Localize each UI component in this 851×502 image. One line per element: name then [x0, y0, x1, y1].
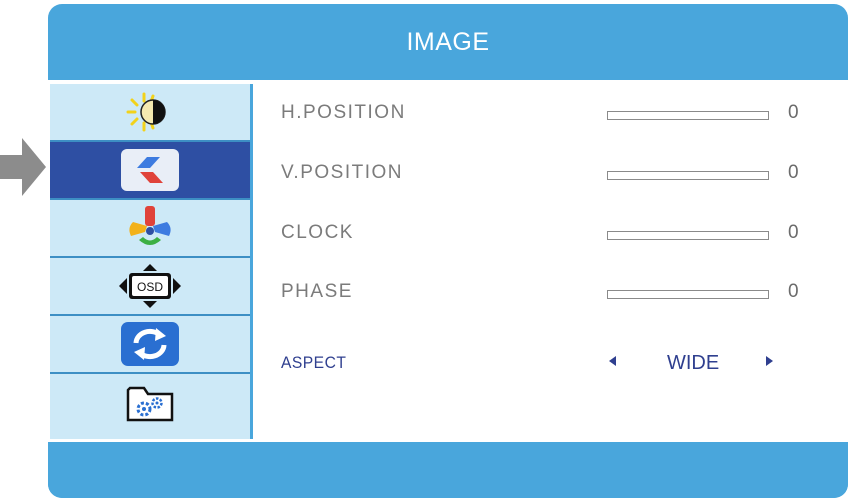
setting-value: 0: [788, 281, 799, 302]
setting-label: CLOCK: [281, 222, 354, 243]
osd-menu: IMAGE OSD H.POSITION 0 V.POSITION 0 CLOC…: [48, 4, 848, 498]
color-icon: [129, 206, 171, 245]
h-position-slider[interactable]: [607, 111, 769, 120]
clock-slider[interactable]: [607, 231, 769, 240]
setting-value: 0: [788, 162, 799, 183]
setting-label: PHASE: [281, 281, 353, 302]
setting-row-aspect[interactable]: ASPECT WIDE: [253, 344, 846, 384]
setting-value: 0: [788, 102, 799, 123]
menu-footer-bar: [48, 442, 848, 498]
sidebar-item-brightness[interactable]: [50, 84, 250, 142]
setting-row-phase[interactable]: PHASE 0: [253, 273, 846, 313]
setting-label: V.POSITION: [281, 162, 403, 183]
setting-row-v-position[interactable]: V.POSITION 0: [253, 154, 846, 194]
setting-value: 0: [788, 222, 799, 243]
aspect-prev-arrow-icon[interactable]: [609, 356, 616, 366]
aspect-value[interactable]: WIDE: [667, 352, 719, 375]
phase-slider[interactable]: [607, 290, 769, 299]
sidebar-item-misc-settings[interactable]: [50, 374, 250, 432]
sidebar-item-color[interactable]: [50, 200, 250, 258]
menu-title: IMAGE: [406, 27, 490, 56]
brightness-icon: [126, 92, 166, 132]
sidebar-item-image-setup[interactable]: [50, 142, 250, 200]
misc-settings-icon: [126, 386, 174, 422]
menu-sidebar: OSD: [50, 84, 250, 439]
image-setup-icon: [121, 149, 179, 191]
setting-label: H.POSITION: [281, 102, 406, 123]
setting-row-h-position[interactable]: H.POSITION 0: [253, 94, 846, 134]
reset-icon: [121, 322, 179, 366]
sidebar-item-osd[interactable]: OSD: [50, 258, 250, 316]
osd-icon: OSD: [119, 264, 181, 308]
setting-row-clock[interactable]: CLOCK 0: [253, 214, 846, 254]
settings-panel: H.POSITION 0 V.POSITION 0 CLOCK 0 PHASE …: [253, 84, 846, 439]
aspect-next-arrow-icon[interactable]: [766, 356, 773, 366]
sidebar-item-reset[interactable]: [50, 316, 250, 374]
osd-icon-text: OSD: [137, 280, 163, 294]
v-position-slider[interactable]: [607, 171, 769, 180]
selection-pointer-arrow-icon: [0, 138, 46, 196]
aspect-label: ASPECT: [281, 353, 347, 372]
